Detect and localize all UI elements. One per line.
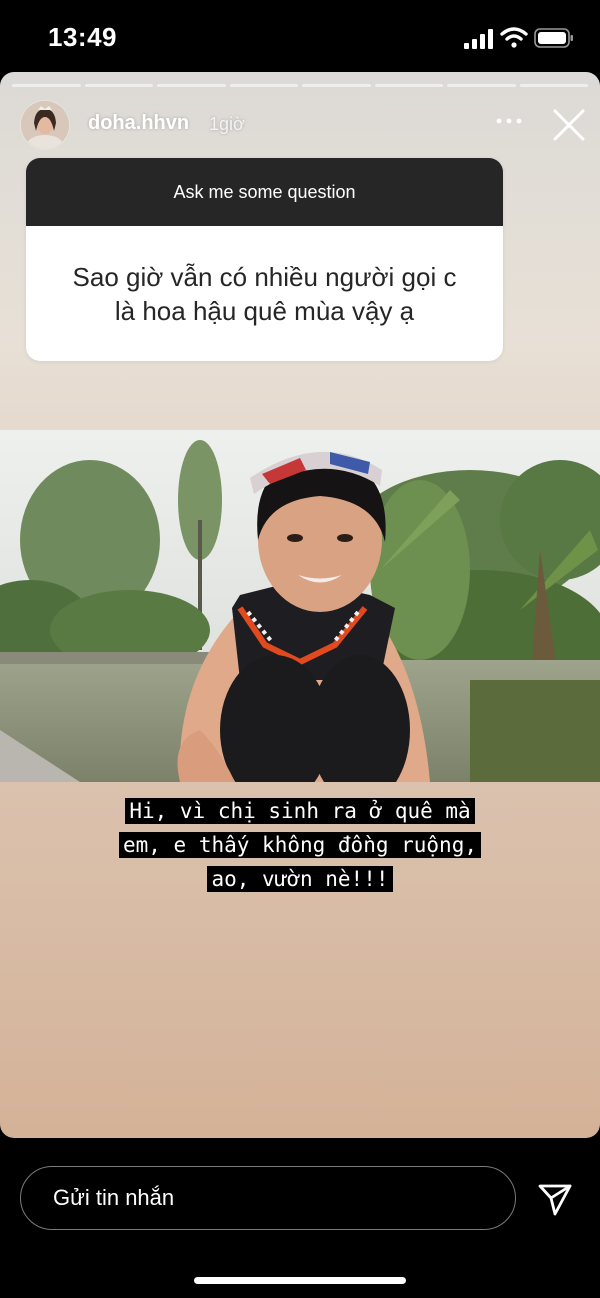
story-photo xyxy=(0,430,600,782)
progress-segment xyxy=(229,84,298,87)
message-placeholder: Gửi tin nhắn xyxy=(53,1185,175,1210)
story-progress xyxy=(12,84,588,87)
avatar[interactable] xyxy=(20,100,70,150)
avatar-image xyxy=(21,101,69,149)
question-text: Sao giờ vẫn có nhiều người gọi c là hoa … xyxy=(26,226,503,328)
signal-icon xyxy=(464,29,493,49)
progress-segment xyxy=(157,84,226,87)
message-input[interactable]: Gửi tin nhắn xyxy=(20,1166,516,1230)
status-bar: 13:49 xyxy=(0,0,600,72)
username[interactable]: doha.hhvn xyxy=(88,112,189,135)
progress-segment xyxy=(447,84,516,87)
caption-line: em, e thấy không đồng ruộng, xyxy=(118,832,481,858)
question-line: là hoa hậu quê mùa vậy ạ xyxy=(114,296,415,326)
progress-segment xyxy=(302,84,371,87)
caption-line: ao, vườn nè!!! xyxy=(207,866,393,892)
wifi-icon xyxy=(500,27,528,48)
question-sticker: Ask me some question Sao giờ vẫn có nhiề… xyxy=(26,158,503,361)
story-caption: Hi, vì chị sinh ra ở quê mà em, e thấy k… xyxy=(0,794,600,896)
progress-segment xyxy=(84,84,153,87)
caption-line: Hi, vì chị sinh ra ở quê mà xyxy=(125,798,475,824)
progress-segment xyxy=(12,84,81,87)
post-time: 1giờ xyxy=(209,114,245,134)
progress-segment xyxy=(374,84,443,87)
question-line: Sao giờ vẫn có nhiều người gọi c xyxy=(72,262,457,292)
progress-segment xyxy=(519,84,588,87)
home-indicator[interactable] xyxy=(194,1277,406,1284)
story-view[interactable]: doha.hhvn 1giờ Ask me some question Sao … xyxy=(0,72,600,1138)
battery-icon xyxy=(534,28,573,48)
close-icon[interactable] xyxy=(552,108,586,142)
girl-in-garden-photo xyxy=(0,430,600,782)
send-icon[interactable] xyxy=(536,1180,574,1218)
more-icon[interactable] xyxy=(492,110,526,132)
question-sticker-title: Ask me some question xyxy=(26,158,503,226)
status-time: 13:49 xyxy=(48,22,117,52)
